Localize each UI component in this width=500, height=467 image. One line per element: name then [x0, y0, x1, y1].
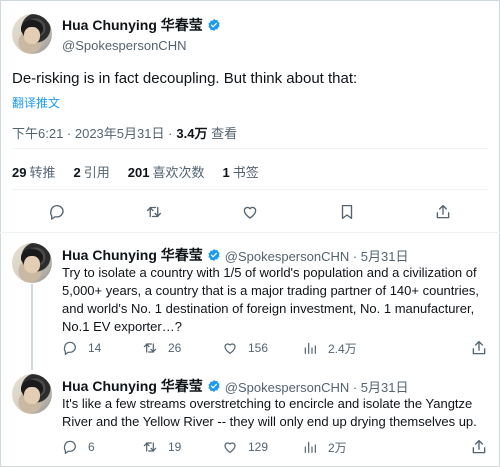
retweet-icon [142, 439, 158, 455]
retweet-button[interactable]: 19 [142, 438, 222, 456]
share-icon[interactable] [434, 203, 452, 221]
share-icon[interactable] [470, 339, 488, 357]
analytics-icon [302, 340, 318, 356]
divider [12, 189, 488, 190]
verified-badge-icon [207, 379, 221, 393]
author-handle[interactable]: @SpokespersonCHN [62, 38, 221, 53]
reply-action-bar: 6 19 129 2万 [62, 438, 488, 456]
bookmarks-stat[interactable]: 1 书签 [222, 162, 258, 181]
reply-text: Try to isolate a country with 1/5 of wor… [62, 265, 479, 334]
like-count: 156 [248, 341, 269, 355]
tweet-stats: 29 转推 2 引用 201 喜欢次数 1 书签 [12, 162, 259, 181]
main-action-bar [48, 203, 452, 221]
like-button[interactable]: 156 [222, 339, 302, 357]
like-button[interactable]: 129 [222, 438, 302, 456]
verified-badge-icon [207, 18, 221, 32]
reply-icon [62, 439, 78, 455]
analytics-icon [302, 439, 318, 455]
retweet-button[interactable]: 26 [142, 339, 222, 357]
author-name[interactable]: Hua Chunying 华春莹 [62, 15, 203, 35]
timestamp[interactable]: 下午6:21 · 2023年5月31日 · [12, 123, 172, 142]
quotes-stat[interactable]: 2 引用 [73, 162, 109, 181]
bookmark-icon[interactable] [338, 203, 356, 221]
author-block: Hua Chunying 华春莹 @SpokespersonCHN [62, 15, 221, 53]
author-name[interactable]: Hua Chunying 华春莹 [62, 376, 203, 396]
retweet-icon [142, 340, 158, 356]
reply-count: 14 [88, 341, 102, 355]
reply-count: 6 [88, 440, 95, 454]
reply-header: Hua Chunying 华春莹 @SpokespersonCHN · 5月31… [62, 376, 409, 396]
avatar[interactable] [12, 14, 52, 54]
reply-header: Hua Chunying 华春莹 @SpokespersonCHN · 5月31… [62, 245, 409, 265]
tweet-text: De-risking is in fact decoupling. But th… [12, 70, 358, 87]
views-button[interactable]: 2万 [302, 438, 382, 456]
verified-badge-icon [207, 248, 221, 262]
likes-stat[interactable]: 201 喜欢次数 [128, 162, 205, 181]
author-name[interactable]: Hua Chunying 华春莹 [62, 245, 203, 265]
view-count: 2万 [328, 440, 347, 455]
like-count: 129 [248, 440, 269, 454]
retweet-icon[interactable] [145, 203, 163, 221]
reply-action-bar: 14 26 156 2.4万 [62, 339, 488, 357]
avatar[interactable] [12, 374, 52, 414]
views-button[interactable]: 2.4万 [302, 339, 382, 357]
like-icon[interactable] [241, 203, 259, 221]
thread-line [31, 284, 33, 370]
divider [12, 148, 488, 149]
handle-date[interactable]: @SpokespersonCHN · 5月31日 [225, 246, 409, 265]
handle-date[interactable]: @SpokespersonCHN · 5月31日 [225, 377, 409, 396]
retweets-stat[interactable]: 29 转推 [12, 162, 55, 181]
views-label: 查看 [211, 126, 238, 141]
retweet-count: 19 [168, 440, 182, 454]
like-icon [222, 340, 238, 356]
divider [0, 232, 500, 233]
like-icon [222, 439, 238, 455]
tweet-meta: 下午6:21 · 2023年5月31日 · 3.4万 查看 [12, 123, 237, 142]
reply-button[interactable]: 6 [62, 438, 142, 456]
avatar[interactable] [12, 243, 52, 283]
share-icon[interactable] [470, 438, 488, 456]
translate-link[interactable]: 翻译推文 [12, 94, 60, 111]
view-count: 2.4万 [328, 341, 357, 356]
views-count: 3.4万 [176, 126, 208, 141]
retweet-count: 26 [168, 341, 182, 355]
reply-text: It's like a few streams overstretching t… [62, 396, 477, 429]
reply-icon[interactable] [48, 203, 66, 221]
reply-button[interactable]: 14 [62, 339, 142, 357]
reply-icon [62, 340, 78, 356]
